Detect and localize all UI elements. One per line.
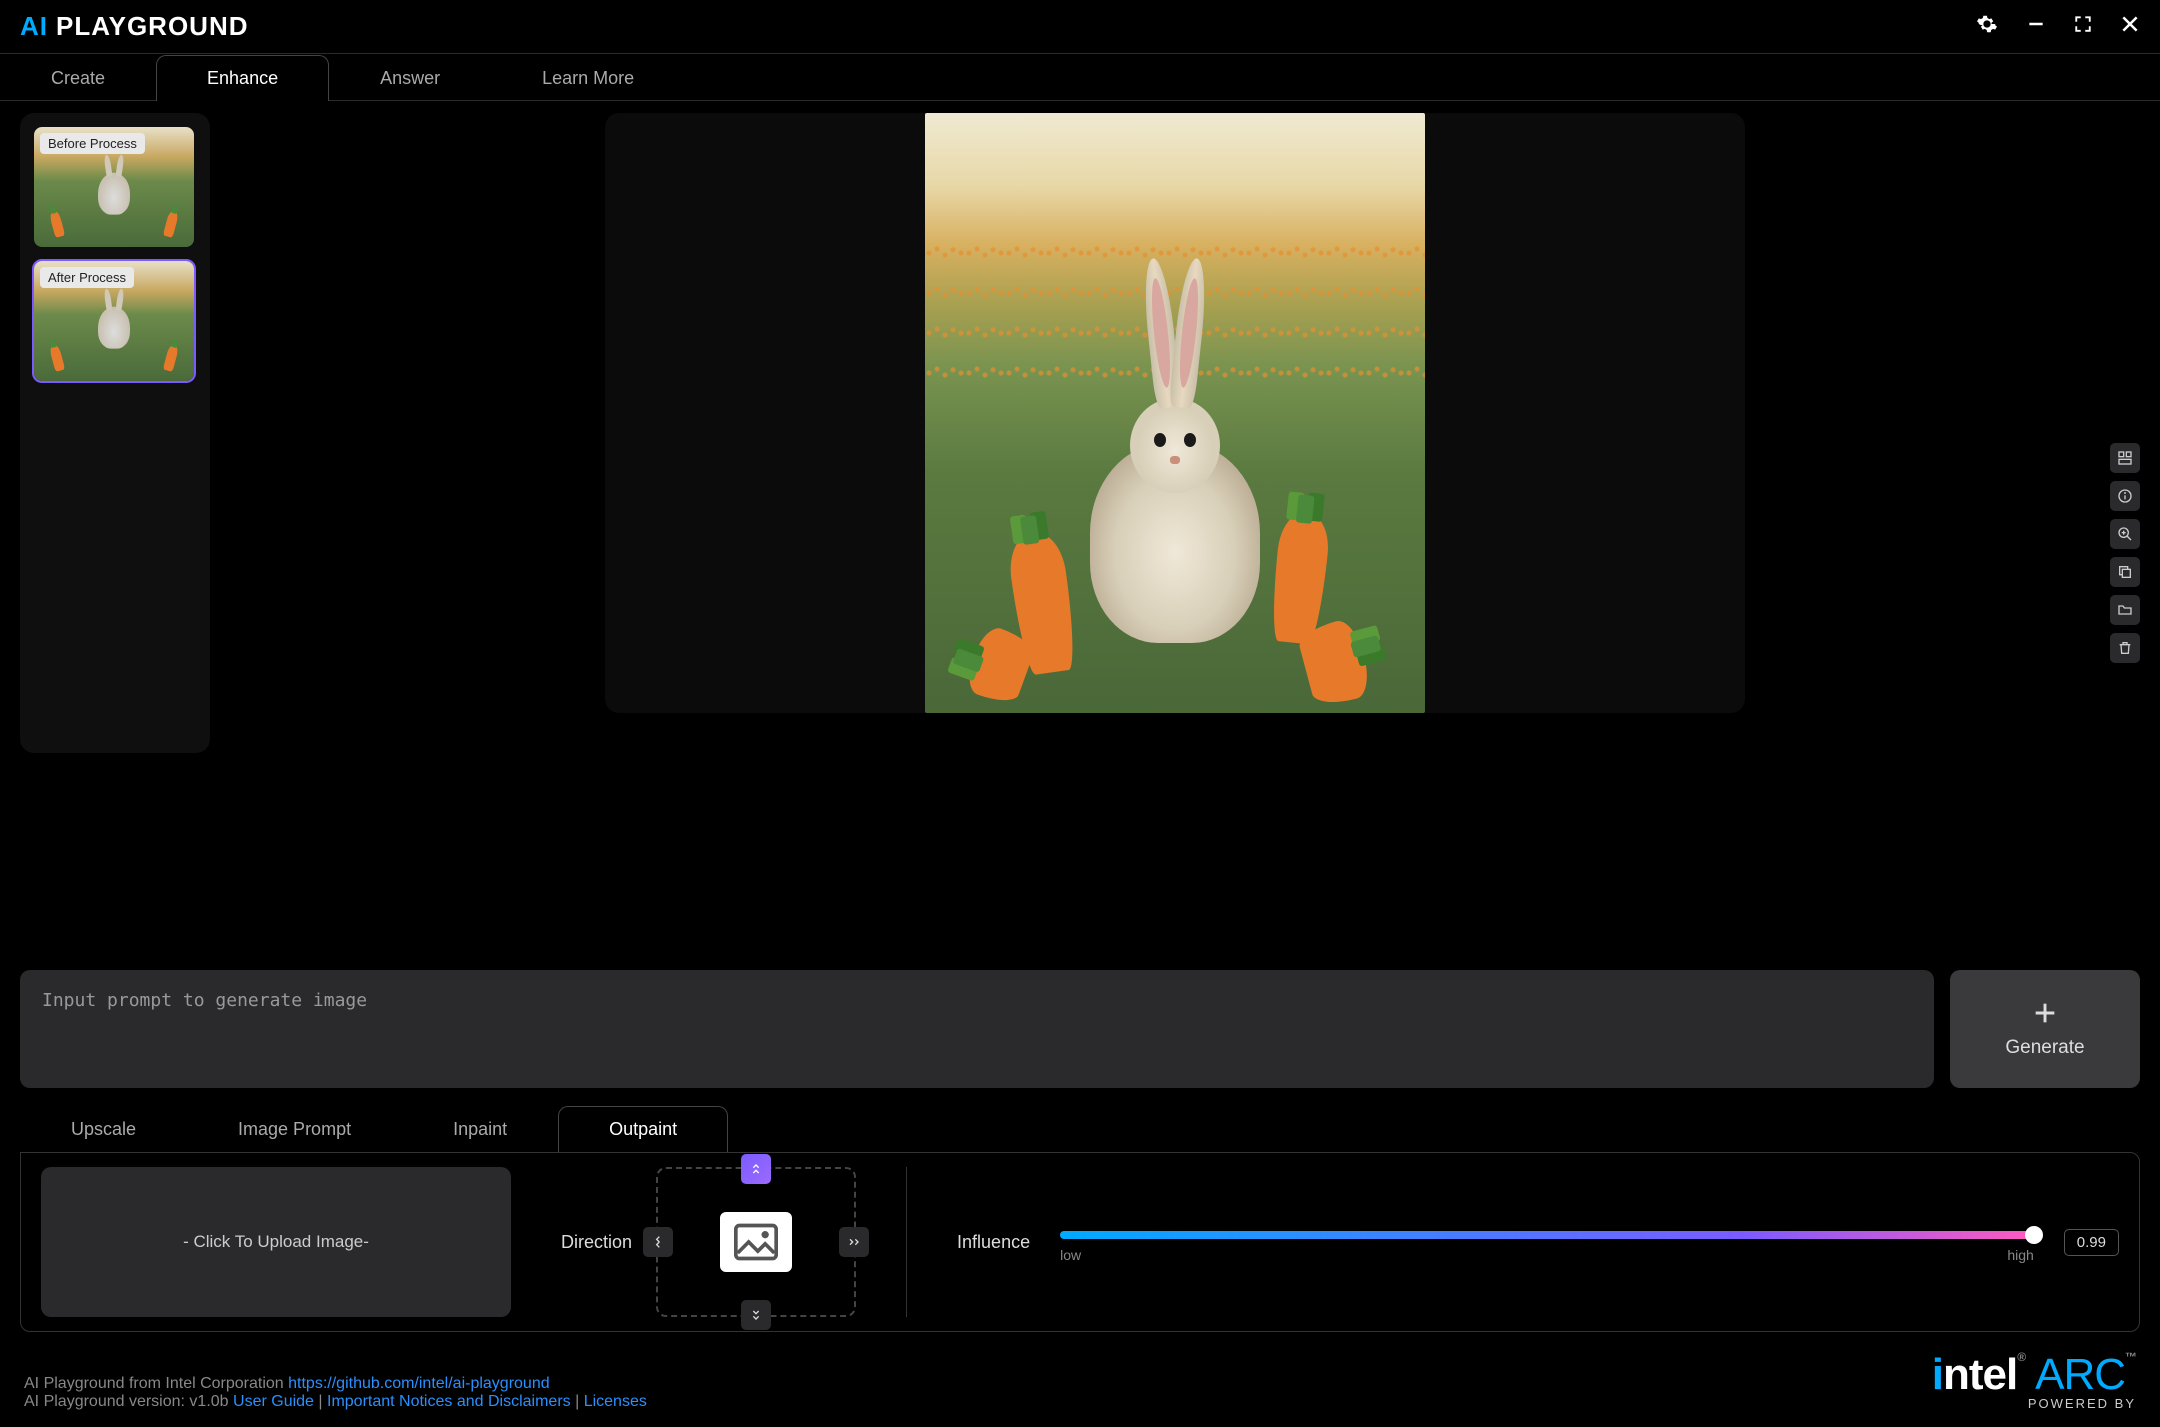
generate-label: Generate: [2005, 1037, 2084, 1059]
main-tabs: Create Enhance Answer Learn More: [0, 54, 2160, 101]
main-image: [925, 113, 1425, 713]
close-icon[interactable]: [2120, 14, 2140, 39]
tab-create[interactable]: Create: [0, 55, 156, 101]
influence-block: Influence low high 0.99: [957, 1221, 2119, 1263]
upload-image-box[interactable]: - Click To Upload Image-: [41, 1167, 511, 1317]
canvas-background: [605, 113, 1745, 713]
trash-icon[interactable]: [2110, 633, 2140, 663]
direction-center-icon: [720, 1212, 792, 1272]
titlebar: AI PLAYGROUND: [0, 0, 2160, 54]
image-actions: [2110, 443, 2140, 663]
tab-answer[interactable]: Answer: [329, 55, 491, 101]
badge-after: After Process: [40, 267, 134, 288]
maximize-icon[interactable]: [2074, 15, 2092, 38]
window-controls: [1976, 13, 2140, 40]
footer-left: AI Playground from Intel Corporation htt…: [24, 1375, 647, 1411]
app-logo: AI PLAYGROUND: [20, 11, 249, 42]
outpaint-panel: - Click To Upload Image- Direction Influ…: [20, 1152, 2140, 1332]
info-icon[interactable]: [2110, 481, 2140, 511]
direction-up[interactable]: [741, 1154, 771, 1184]
tab-enhance[interactable]: Enhance: [156, 55, 329, 101]
subtab-image-prompt[interactable]: Image Prompt: [187, 1106, 402, 1152]
slider-high-label: high: [2007, 1247, 2033, 1263]
prompt-row: Generate: [20, 970, 2140, 1088]
direction-block: Direction: [561, 1167, 907, 1317]
thumbnail-after[interactable]: After Process: [34, 261, 194, 381]
direction-grid: [656, 1167, 856, 1317]
footer: AI Playground from Intel Corporation htt…: [0, 1332, 2160, 1427]
enhance-sub-tabs: Upscale Image Prompt Inpaint Outpaint: [20, 1106, 2140, 1152]
footer-user-guide-link[interactable]: User Guide: [233, 1393, 314, 1410]
badge-before: Before Process: [40, 133, 145, 154]
footer-right: intel®ARC™ POWERED BY: [1932, 1350, 2136, 1411]
tab-learn-more[interactable]: Learn More: [491, 55, 685, 101]
influence-label: Influence: [957, 1232, 1030, 1253]
thumbnail-panel: Before Process After Process: [20, 113, 210, 753]
minimize-icon[interactable]: [2026, 14, 2046, 39]
generate-button[interactable]: Generate: [1950, 970, 2140, 1088]
intel-arc-logo: intel®ARC™: [1932, 1350, 2136, 1400]
canvas-area: [210, 113, 2140, 954]
slider-low-label: low: [1060, 1247, 1081, 1263]
footer-licenses-link[interactable]: Licenses: [584, 1393, 647, 1410]
logo-ai: AI: [20, 11, 48, 42]
direction-left[interactable]: [643, 1227, 673, 1257]
footer-line2-prefix: AI Playground version: v1.0b: [24, 1393, 233, 1410]
direction-down[interactable]: [741, 1300, 771, 1330]
direction-label: Direction: [561, 1232, 632, 1253]
direction-right[interactable]: [839, 1227, 869, 1257]
preview-row: Before Process After Process: [20, 113, 2140, 954]
workspace: Before Process After Process: [0, 101, 2160, 1332]
copy-icon[interactable]: [2110, 557, 2140, 587]
influence-value: 0.99: [2064, 1229, 2119, 1256]
footer-notices-link[interactable]: Important Notices and Disclaimers: [327, 1393, 571, 1410]
footer-repo-link[interactable]: https://github.com/intel/ai-playground: [288, 1375, 549, 1392]
zoom-icon[interactable]: [2110, 519, 2140, 549]
gear-icon[interactable]: [1976, 13, 1998, 40]
subtab-upscale[interactable]: Upscale: [20, 1106, 187, 1152]
upload-label: - Click To Upload Image-: [183, 1232, 369, 1252]
prompt-input[interactable]: [20, 970, 1934, 1088]
footer-line1-prefix: AI Playground from Intel Corporation: [24, 1375, 288, 1392]
layout-icon[interactable]: [2110, 443, 2140, 473]
folder-icon[interactable]: [2110, 595, 2140, 625]
influence-slider[interactable]: low high: [1060, 1221, 2034, 1263]
subtab-outpaint[interactable]: Outpaint: [558, 1106, 728, 1152]
logo-playground: PLAYGROUND: [56, 11, 249, 42]
subtab-inpaint[interactable]: Inpaint: [402, 1106, 558, 1152]
thumbnail-before[interactable]: Before Process: [34, 127, 194, 247]
